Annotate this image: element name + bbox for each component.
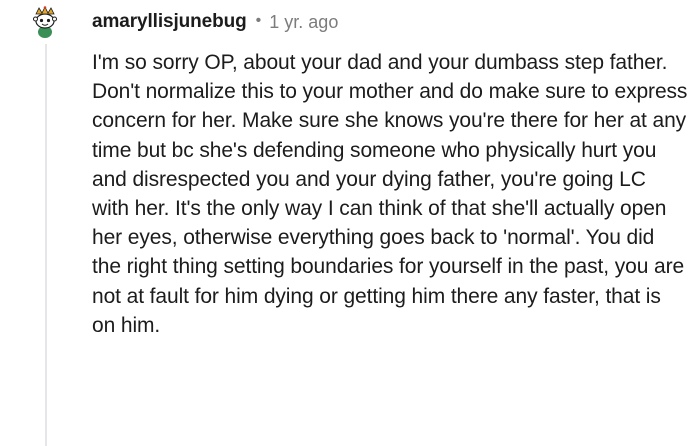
comment-body: I'm so sorry OP, about your dad and your… <box>92 48 688 340</box>
comment-author[interactable]: amaryllisjunebug <box>92 11 247 33</box>
comment-age[interactable]: 1 yr. ago <box>269 12 338 33</box>
avatar[interactable] <box>27 4 63 40</box>
thread-line[interactable] <box>45 44 47 446</box>
comment-header: amaryllisjunebug • 1 yr. ago <box>92 9 338 35</box>
meta-separator: • <box>255 12 262 29</box>
snoo-avatar-icon <box>33 6 57 38</box>
comment-text: I'm so sorry OP, about your dad and your… <box>92 51 688 337</box>
